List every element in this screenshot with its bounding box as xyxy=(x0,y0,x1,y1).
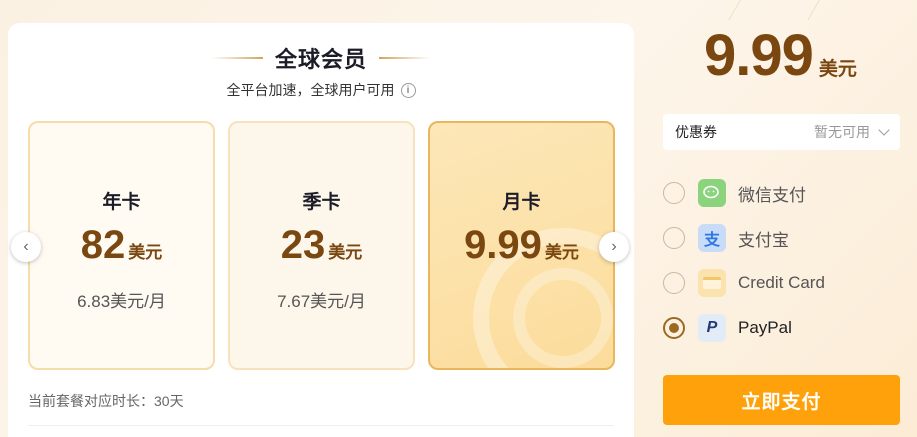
card-decoration-inner xyxy=(513,268,613,368)
radio-button[interactable] xyxy=(663,227,685,249)
corner-decoration xyxy=(728,0,826,20)
plan-price-unit: 美元 xyxy=(544,243,579,262)
chevron-down-icon xyxy=(878,124,890,136)
plan-card-annual[interactable]: 年卡 82 美元 6.83美元/月 xyxy=(28,121,215,370)
plan-name: 月卡 xyxy=(502,192,541,213)
panel-subtitle-row: 全平台加速，全球用户可用 i xyxy=(8,80,634,100)
plan-price: 9.99 美元 xyxy=(430,223,613,268)
payment-option-alipay[interactable]: 支 支付宝 xyxy=(663,223,789,253)
plan-price-unit: 美元 xyxy=(328,243,363,262)
plan-name: 年卡 xyxy=(102,192,141,213)
payment-option-wechat[interactable]: 微信支付 xyxy=(663,178,806,208)
pay-now-button[interactable]: 立即支付 xyxy=(663,375,900,425)
radio-button[interactable] xyxy=(663,182,685,204)
title-divider-left xyxy=(210,57,263,59)
plan-price: 23 美元 xyxy=(230,223,413,268)
plan-price-value: 82 xyxy=(80,223,126,267)
coupon-status: 暂无可用 xyxy=(814,122,890,142)
wechat-icon xyxy=(698,179,726,207)
plan-card-monthly[interactable]: 月卡 9.99 美元 xyxy=(428,121,615,370)
payment-option-credit-card[interactable]: Credit Card xyxy=(663,268,825,298)
divider xyxy=(28,425,614,426)
total-price: 9.99 美元 xyxy=(704,22,857,89)
plan-card-quarterly[interactable]: 季卡 23 美元 7.67美元/月 xyxy=(228,121,415,370)
plan-price-value: 23 xyxy=(280,223,326,267)
plan-duration-text: 当前套餐对应时长：30天 xyxy=(28,393,184,409)
plan-monthly-price: 7.67美元/月 xyxy=(277,292,366,311)
plan-price-value: 9.99 xyxy=(464,223,542,267)
plan-price: 82 美元 xyxy=(30,223,213,268)
panel-title: 全球会员 xyxy=(274,47,367,72)
plan-selection-panel: 全球会员 全平台加速，全球用户可用 i 年卡 82 美元 6.83美元/月 季卡… xyxy=(8,23,634,437)
chevron-right-icon: › xyxy=(611,238,617,255)
carousel-prev-button[interactable]: ‹ xyxy=(11,232,41,262)
payment-label: PayPal xyxy=(738,318,792,337)
coupon-label: 优惠券 xyxy=(675,124,717,140)
wechat-glyph xyxy=(703,185,719,199)
carousel-next-button[interactable]: › xyxy=(599,232,629,262)
payment-label: 微信支付 xyxy=(738,185,806,205)
plan-name: 季卡 xyxy=(302,192,341,213)
plan-price-unit: 美元 xyxy=(128,243,163,262)
title-divider-right xyxy=(379,57,431,59)
radio-button[interactable] xyxy=(663,272,685,294)
panel-header: 全球会员 xyxy=(8,43,634,73)
alipay-icon: 支 xyxy=(698,224,726,252)
panel-subtitle: 全平台加速，全球用户可用 xyxy=(226,82,395,98)
credit-card-icon xyxy=(698,269,726,297)
coupon-status-text: 暂无可用 xyxy=(814,124,870,140)
paypal-icon: P xyxy=(698,314,726,342)
plan-monthly-price: 6.83美元/月 xyxy=(77,292,166,311)
payment-label: 支付宝 xyxy=(738,230,789,250)
total-price-unit: 美元 xyxy=(818,59,857,80)
total-price-value: 9.99 xyxy=(704,23,814,88)
payment-option-paypal[interactable]: P PayPal xyxy=(663,313,792,343)
coupon-select[interactable]: 优惠券 暂无可用 xyxy=(663,114,900,150)
info-icon[interactable]: i xyxy=(400,82,416,98)
chevron-left-icon: ‹ xyxy=(23,238,29,255)
radio-button-checked[interactable] xyxy=(663,317,685,339)
payment-label: Credit Card xyxy=(738,273,825,292)
